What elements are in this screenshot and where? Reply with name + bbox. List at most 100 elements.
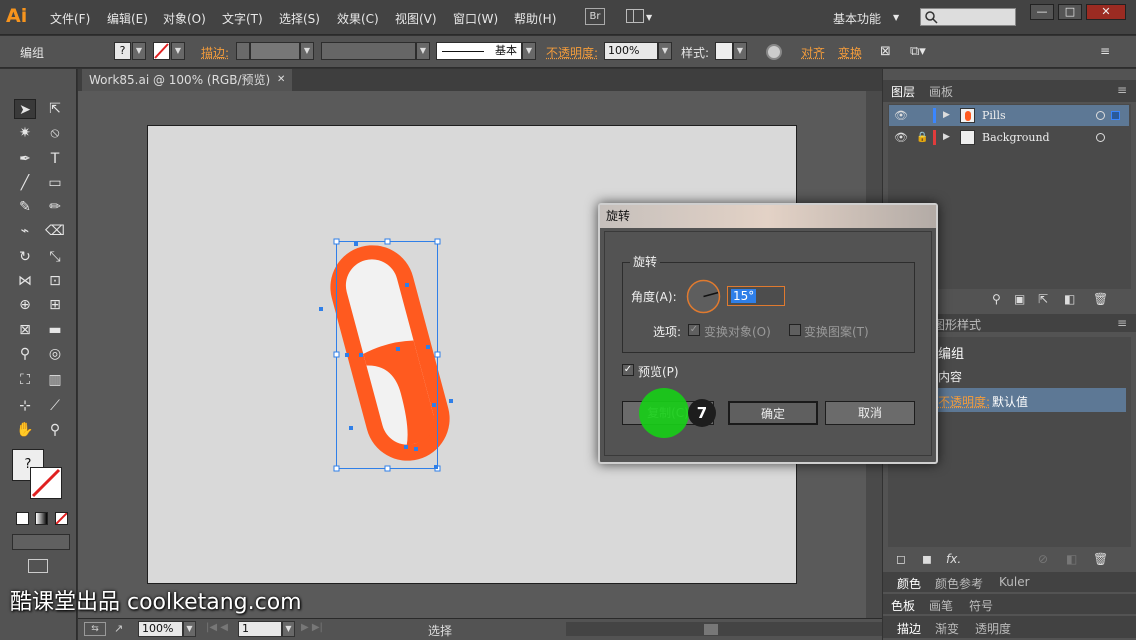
bridge-button[interactable]: Br <box>585 8 605 25</box>
color-mode-button[interactable] <box>16 512 29 525</box>
scale-tool-icon[interactable]: ⤡ <box>44 247 66 267</box>
fill-dropdown[interactable]: ▼ <box>132 42 146 60</box>
selection-indicator[interactable] <box>1111 111 1120 120</box>
angle-dial-icon[interactable] <box>686 279 721 314</box>
next-page-icon[interactable]: ▶ ▶| <box>301 622 323 633</box>
dialog-title[interactable]: 旋转 <box>600 205 936 228</box>
screen-mode-icon[interactable] <box>28 559 48 573</box>
menu-select[interactable]: 选择(S) <box>279 10 320 27</box>
tab-gradient[interactable]: 渐变 <box>935 620 959 637</box>
transform-link[interactable]: 变换 <box>838 44 862 61</box>
stroke-label[interactable]: 描边: <box>201 44 229 61</box>
style-dropdown[interactable]: ▼ <box>733 42 747 60</box>
add-stroke-icon[interactable]: ◻ <box>896 552 906 566</box>
lock-icon[interactable]: 🔒 <box>916 127 928 148</box>
blend-tool-icon[interactable]: ◎ <box>44 344 66 364</box>
maximize-button[interactable]: □ <box>1058 4 1082 20</box>
delete-layer-icon[interactable]: 🗑 <box>1093 292 1108 306</box>
draw-mode-buttons[interactable] <box>12 534 70 550</box>
align-link[interactable]: 对齐 <box>801 44 825 61</box>
brush-dropdown[interactable]: ▼ <box>522 42 536 60</box>
gradient-tool-icon[interactable]: ▬ <box>44 320 66 340</box>
tab-swatches[interactable]: 色板 <box>891 597 915 614</box>
eye-icon[interactable]: 👁 <box>894 127 908 148</box>
tab-color-guide[interactable]: 颜色参考 <box>935 575 983 592</box>
cancel-button[interactable]: 取消 <box>825 401 915 425</box>
eyedropper-tool-icon[interactable]: ⚲ <box>14 344 36 364</box>
magic-wand-tool-icon[interactable]: ✷ <box>14 123 36 143</box>
selection-tool-icon[interactable]: ➤ <box>14 99 36 119</box>
profile-dropdown[interactable]: ▼ <box>416 42 430 60</box>
free-transform-tool-icon[interactable]: ⊡ <box>44 271 66 291</box>
target-icon[interactable] <box>1096 111 1105 120</box>
expand-triangle-icon[interactable]: ▶ <box>943 127 950 148</box>
clipping-mask-icon[interactable]: ▣ <box>1014 292 1025 306</box>
stroke-weight-dropdown[interactable]: ▼ <box>300 42 314 60</box>
stroke-swatch[interactable] <box>153 42 170 60</box>
width-tool-icon[interactable]: ⋈ <box>14 271 36 291</box>
stroke-color-box[interactable] <box>30 467 62 499</box>
scrollbar-thumb[interactable] <box>704 624 718 635</box>
layer-name[interactable]: Pills <box>982 105 1006 126</box>
paintbrush-tool-icon[interactable]: ✎ <box>14 197 36 217</box>
add-fill-icon[interactable]: ◼ <box>922 552 932 566</box>
perspective-grid-tool-icon[interactable]: ⊞ <box>44 295 66 315</box>
target-icon[interactable] <box>1096 133 1105 142</box>
recolor-icon[interactable] <box>766 44 782 60</box>
layer-row-pills[interactable]: 👁 ▶ Pills <box>889 105 1129 126</box>
stroke-weight-field[interactable] <box>250 42 300 60</box>
tab-graphic-styles[interactable]: 图形样式 <box>933 316 981 333</box>
artboard-tool-icon[interactable]: ⊹ <box>14 396 36 416</box>
arrange-documents-icon[interactable] <box>626 9 644 23</box>
clear-appearance-icon[interactable]: ⊘ <box>1038 552 1048 566</box>
tab-symbols[interactable]: 符号 <box>969 597 993 614</box>
blob-brush-tool-icon[interactable]: ⌁ <box>14 221 36 241</box>
tab-artboards[interactable]: 画板 <box>929 83 953 100</box>
shape-builder-tool-icon[interactable]: ⊕ <box>14 295 36 315</box>
type-tool-icon[interactable]: T <box>44 149 66 169</box>
menu-view[interactable]: 视图(V) <box>395 10 437 27</box>
layer-row-background[interactable]: 👁 🔒 ▶ Background <box>889 127 1129 148</box>
slice-tool-icon[interactable]: ⟋ <box>44 396 66 416</box>
artboard-nav-icon[interactable]: ⇆ <box>84 622 106 636</box>
share-icon[interactable]: ↗ <box>114 622 128 636</box>
duplicate-item-icon[interactable]: ◧ <box>1066 552 1077 566</box>
tab-stroke[interactable]: 描边 <box>897 620 921 637</box>
stroke-dropdown[interactable]: ▼ <box>171 42 185 60</box>
rectangle-tool-icon[interactable]: ▭ <box>44 173 66 193</box>
delete-item-icon[interactable]: 🗑 <box>1093 552 1108 566</box>
panel-menu-icon[interactable]: ≡ <box>1100 44 1110 58</box>
chevron-down-icon[interactable]: ▼ <box>893 13 899 22</box>
gradient-mode-button[interactable] <box>35 512 48 525</box>
menu-type[interactable]: 文字(T) <box>222 10 263 27</box>
graph-tool-icon[interactable]: ▥ <box>44 370 66 390</box>
menu-edit[interactable]: 编辑(E) <box>107 10 148 27</box>
arrange-icon[interactable]: ⧉▾ <box>910 44 926 59</box>
transform-patterns-checkbox[interactable] <box>789 324 801 336</box>
menu-window[interactable]: 窗口(W) <box>453 10 498 27</box>
tab-color[interactable]: 颜色 <box>897 575 921 592</box>
opacity-input[interactable]: 100% <box>604 42 658 60</box>
ok-button[interactable]: 确定 <box>728 401 818 425</box>
eraser-tool-icon[interactable]: ⌫ <box>44 221 66 241</box>
line-tool-icon[interactable]: ╱ <box>14 173 36 193</box>
brush-definition[interactable]: 基本 <box>436 42 522 60</box>
new-sublayer-icon[interactable]: ⇱ <box>1038 292 1048 306</box>
pencil-tool-icon[interactable]: ✏ <box>44 197 66 217</box>
variable-width-profile[interactable] <box>321 42 416 60</box>
hand-tool-icon[interactable]: ✋ <box>14 420 36 440</box>
tab-layers[interactable]: 图层 <box>891 83 915 100</box>
eye-icon[interactable]: 👁 <box>894 105 908 126</box>
opacity-dropdown[interactable]: ▼ <box>658 42 672 60</box>
opacity-label[interactable]: 不透明度: <box>546 44 598 61</box>
minimize-button[interactable]: — <box>1030 4 1054 20</box>
close-button[interactable]: ✕ <box>1086 4 1126 20</box>
horizontal-scrollbar[interactable] <box>566 622 882 636</box>
angle-input[interactable]: 15° <box>727 286 785 306</box>
transform-objects-checkbox[interactable]: ✓ <box>688 324 700 336</box>
menu-help[interactable]: 帮助(H) <box>514 10 556 27</box>
panel-menu-icon[interactable]: ≡ <box>1117 83 1127 97</box>
tab-brushes[interactable]: 画笔 <box>929 597 953 614</box>
new-layer-icon[interactable]: ◧ <box>1064 292 1075 306</box>
tab-transparency[interactable]: 透明度 <box>975 620 1011 637</box>
